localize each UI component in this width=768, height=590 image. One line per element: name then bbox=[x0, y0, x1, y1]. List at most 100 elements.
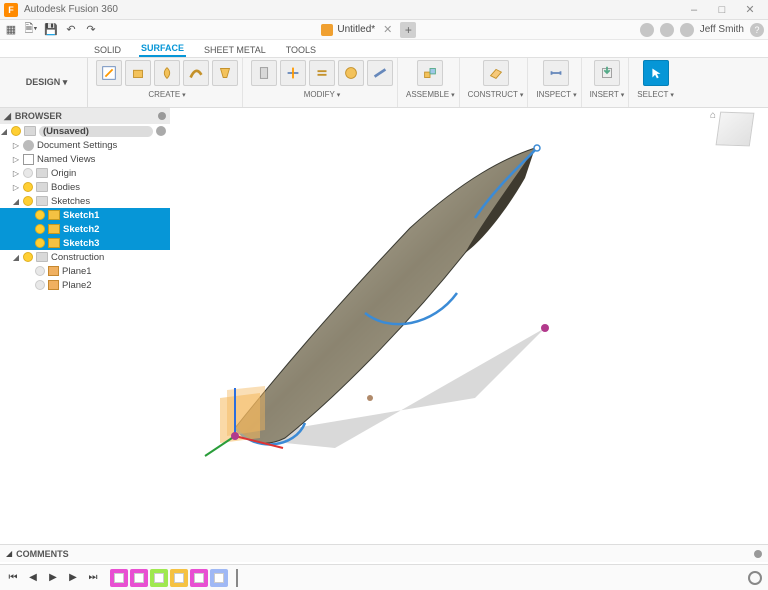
group-label-assemble[interactable]: ASSEMBLE bbox=[406, 90, 449, 99]
undo-icon[interactable]: ↶ bbox=[64, 23, 78, 37]
dropdown-icon[interactable]: ▾ bbox=[520, 91, 524, 99]
visibility-icon[interactable] bbox=[23, 252, 33, 262]
group-label-construct[interactable]: CONSTRUCT bbox=[468, 90, 518, 99]
revolve-icon[interactable] bbox=[154, 60, 180, 86]
panel-options-icon[interactable] bbox=[158, 112, 166, 120]
group-label-select[interactable]: SELECT bbox=[637, 90, 668, 99]
tree-bodies[interactable]: ▷ Bodies bbox=[0, 180, 170, 194]
tree-plane1[interactable]: Plane1 bbox=[0, 264, 170, 278]
notifications-icon[interactable] bbox=[680, 23, 694, 37]
timeline-feature-sketch[interactable] bbox=[130, 569, 148, 587]
tree-sketch3[interactable]: Sketch3 bbox=[0, 236, 170, 250]
root-options-icon[interactable] bbox=[156, 126, 166, 136]
inspect-icon[interactable] bbox=[543, 60, 569, 86]
job-status-icon[interactable] bbox=[660, 23, 674, 37]
tab-solid[interactable]: SOLID bbox=[92, 43, 123, 57]
window-maximize-button[interactable]: □ bbox=[708, 2, 736, 18]
press-pull-icon[interactable] bbox=[251, 60, 277, 86]
tab-surface[interactable]: SURFACE bbox=[139, 41, 186, 57]
timeline-feature-plane[interactable] bbox=[150, 569, 168, 587]
visibility-icon[interactable] bbox=[35, 224, 45, 234]
visibility-icon[interactable] bbox=[35, 210, 45, 220]
insert-icon[interactable] bbox=[594, 60, 620, 86]
timeline-play[interactable]: ▶ bbox=[46, 571, 60, 585]
tree-plane2[interactable]: Plane2 bbox=[0, 278, 170, 292]
tree-document-settings[interactable]: ▷ Document Settings bbox=[0, 138, 170, 152]
timeline-feature-loft[interactable] bbox=[210, 569, 228, 587]
tree-sketches[interactable]: ◢ Sketches bbox=[0, 194, 170, 208]
help-icon[interactable]: ? bbox=[750, 23, 764, 37]
tree-construction[interactable]: ◢ Construction bbox=[0, 250, 170, 264]
comments-options-icon[interactable] bbox=[754, 550, 762, 558]
dropdown-icon[interactable]: ▾ bbox=[337, 91, 341, 99]
window-minimize-button[interactable]: – bbox=[680, 2, 708, 18]
visibility-icon[interactable] bbox=[23, 182, 33, 192]
window-close-button[interactable]: ✕ bbox=[736, 2, 764, 18]
document-close-button[interactable]: ✕ bbox=[379, 23, 396, 36]
expand-icon[interactable]: ◢ bbox=[12, 253, 20, 262]
tree-root[interactable]: ◢ (Unsaved) bbox=[0, 124, 170, 138]
extensions-icon[interactable] bbox=[640, 23, 654, 37]
account-name[interactable]: Jeff Smith bbox=[700, 24, 744, 35]
view-cube[interactable]: ⌂ bbox=[718, 112, 758, 152]
select-tool-icon[interactable] bbox=[643, 60, 669, 86]
timeline-step-back[interactable]: ◀ bbox=[26, 571, 40, 585]
timeline-step-forward[interactable]: ▶ bbox=[66, 571, 80, 585]
home-view-icon[interactable]: ⌂ bbox=[710, 110, 716, 121]
expand-icon[interactable]: ▷ bbox=[12, 169, 20, 178]
visibility-icon[interactable] bbox=[35, 280, 45, 290]
tree-named-views[interactable]: ▷ Named Views bbox=[0, 152, 170, 166]
timeline-feature-plane[interactable] bbox=[170, 569, 188, 587]
tree-origin[interactable]: ▷ Origin bbox=[0, 166, 170, 180]
timeline-to-start[interactable]: ⏮ bbox=[6, 571, 20, 585]
sweep-icon[interactable] bbox=[183, 60, 209, 86]
new-document-button[interactable]: + bbox=[400, 22, 416, 38]
tab-sheet-metal[interactable]: SHEET METAL bbox=[202, 43, 268, 57]
document-tab[interactable]: Untitled* bbox=[321, 24, 375, 36]
stitch-icon[interactable] bbox=[309, 60, 335, 86]
data-panel-icon[interactable]: ▦ bbox=[4, 23, 18, 37]
expand-icon[interactable]: ◢ bbox=[0, 127, 8, 136]
browser-header[interactable]: ◢ BROWSER bbox=[0, 108, 170, 124]
timeline-feature-sketch[interactable] bbox=[190, 569, 208, 587]
visibility-icon[interactable] bbox=[23, 168, 33, 178]
dropdown-icon[interactable]: ▾ bbox=[573, 91, 577, 99]
dropdown-icon[interactable]: ▾ bbox=[451, 91, 455, 99]
dropdown-icon[interactable]: ▾ bbox=[182, 91, 186, 99]
extend-icon[interactable] bbox=[367, 60, 393, 86]
tree-sketch2[interactable]: Sketch2 bbox=[0, 222, 170, 236]
trim-icon[interactable] bbox=[280, 60, 306, 86]
save-icon[interactable]: 💾 bbox=[44, 23, 58, 37]
redo-icon[interactable]: ↷ bbox=[84, 23, 98, 37]
tab-tools[interactable]: TOOLS bbox=[284, 43, 318, 57]
assemble-icon[interactable] bbox=[417, 60, 443, 86]
tree-sketch1[interactable]: Sketch1 bbox=[0, 208, 170, 222]
expand-icon[interactable]: ▷ bbox=[12, 141, 20, 150]
extrude-icon[interactable] bbox=[125, 60, 151, 86]
group-label-create[interactable]: CREATE bbox=[148, 90, 180, 99]
expand-icon[interactable]: ◢ bbox=[12, 197, 20, 206]
dropdown-icon[interactable]: ▾ bbox=[670, 91, 674, 99]
construct-plane-icon[interactable] bbox=[483, 60, 509, 86]
patch-icon[interactable] bbox=[338, 60, 364, 86]
timeline-playhead[interactable] bbox=[236, 569, 238, 587]
expand-icon[interactable]: ▷ bbox=[12, 183, 20, 192]
group-label-inspect[interactable]: INSPECT bbox=[536, 90, 571, 99]
visibility-icon[interactable] bbox=[11, 126, 21, 136]
comments-bar[interactable]: ◢ COMMENTS bbox=[0, 544, 768, 562]
workspace-switcher[interactable]: DESIGN ▾ bbox=[6, 58, 88, 107]
visibility-icon[interactable] bbox=[35, 266, 45, 276]
visibility-icon[interactable] bbox=[35, 238, 45, 248]
timeline-settings-icon[interactable] bbox=[748, 571, 762, 585]
expand-icon[interactable]: ◢ bbox=[4, 111, 11, 122]
visibility-icon[interactable] bbox=[23, 196, 33, 206]
group-label-insert[interactable]: INSERT bbox=[590, 90, 619, 99]
timeline-feature-sketch[interactable] bbox=[110, 569, 128, 587]
file-menu-icon[interactable]: 🗎▾ bbox=[24, 23, 38, 37]
create-sketch-icon[interactable] bbox=[96, 60, 122, 86]
dropdown-icon[interactable]: ▾ bbox=[621, 91, 625, 99]
expand-icon[interactable]: ▷ bbox=[12, 155, 20, 164]
timeline-to-end[interactable]: ⏭ bbox=[86, 571, 100, 585]
expand-icon[interactable]: ◢ bbox=[6, 549, 12, 558]
loft-icon[interactable] bbox=[212, 60, 238, 86]
